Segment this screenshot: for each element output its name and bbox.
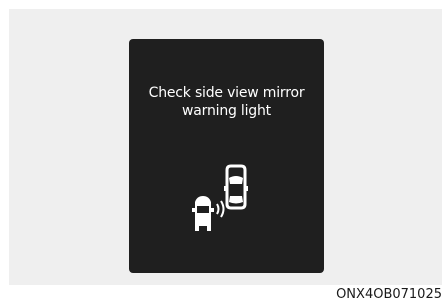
blind-spot-vehicles-icon: [192, 164, 248, 231]
warning-message: Check side view mirror warning light: [129, 84, 324, 120]
cluster-display: Check side view mirror warning light: [129, 39, 324, 273]
warning-line-1: Check side view mirror: [148, 85, 305, 101]
warning-line-2: warning light: [182, 103, 271, 119]
rear-car-icon: [192, 196, 214, 231]
main-car-icon: [224, 164, 248, 210]
figure-code: ONX4OB071025: [336, 287, 442, 302]
radar-wave-icon: [216, 200, 225, 218]
